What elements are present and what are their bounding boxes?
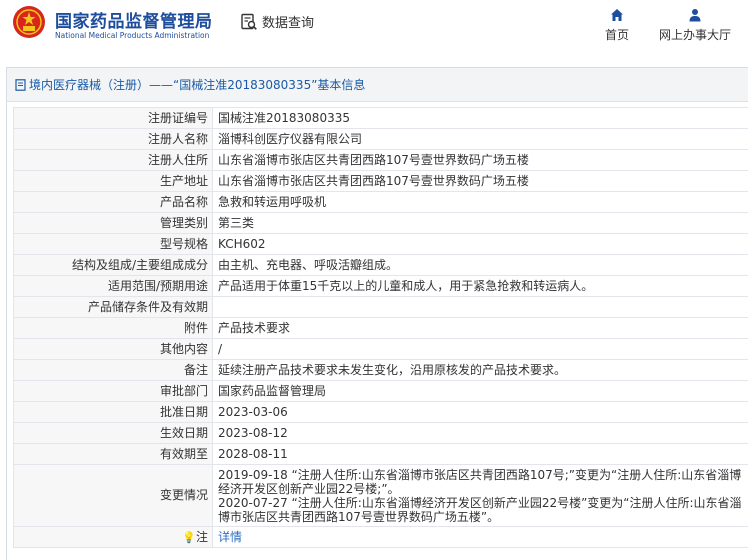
field-value: / bbox=[212, 338, 748, 360]
field-value: 产品适用于体重15千克以上的儿童和成人，用于紧急抢救和转运病人。 bbox=[212, 275, 748, 297]
field-label: 生产地址 bbox=[13, 170, 213, 192]
table-row: 审批部门 国家药品监督管理局 bbox=[13, 380, 748, 402]
breadcrumb-text: 境内医疗器械（注册）——“国械注准20183080335”基本信息 bbox=[29, 78, 366, 92]
lightbulb-icon: 💡 bbox=[182, 530, 196, 544]
field-value: 2023-08-12 bbox=[212, 422, 748, 444]
table-row: 生产地址 山东省淄博市张店区共青团西路107号壹世界数码广场五楼 bbox=[13, 170, 748, 192]
field-value: 山东省淄博市张店区共青团西路107号壹世界数码广场五楼 bbox=[212, 170, 748, 192]
table-row: 附件 产品技术要求 bbox=[13, 317, 748, 339]
table-row: 产品储存条件及有效期 bbox=[13, 296, 748, 318]
field-value: 淄博科创医疗仪器有限公司 bbox=[212, 128, 748, 150]
nav-online-service-label: 网上办事大厅 bbox=[658, 28, 731, 42]
table-row: 有效期至 2028-08-11 bbox=[13, 443, 748, 465]
note-value-cell: 详情 bbox=[212, 526, 748, 548]
table-row: 结构及组成/主要组成成分 由主机、充电器、呼吸活瓣组成。 bbox=[13, 254, 748, 276]
field-label: 注册证编号 bbox=[13, 107, 213, 129]
field-label: 注册人名称 bbox=[13, 128, 213, 150]
table-row: 注册人住所 山东省淄博市张店区共青团西路107号壹世界数码广场五楼 bbox=[13, 149, 748, 171]
registration-info-table: 注册证编号 国械注准20183080335 注册人名称 淄博科创医疗仪器有限公司 注册人… bbox=[13, 107, 748, 548]
nav-home[interactable]: 首页 bbox=[602, 8, 632, 43]
field-label: 备注 bbox=[13, 359, 213, 381]
site-header: 国家药品监督管理局 National Medical Products Admi… bbox=[0, 0, 748, 56]
field-label: 批准日期 bbox=[13, 401, 213, 423]
field-label: 结构及组成/主要组成成分 bbox=[13, 254, 213, 276]
field-value: 急救和转运用呼吸机 bbox=[212, 191, 748, 213]
table-row: 注册证编号 国械注准20183080335 bbox=[13, 107, 748, 129]
table-row: 管理类别 第三类 bbox=[13, 212, 748, 234]
document-search-icon bbox=[241, 13, 257, 30]
table-row: 注册人名称 淄博科创医疗仪器有限公司 bbox=[13, 128, 748, 150]
field-label: 产品储存条件及有效期 bbox=[13, 296, 213, 318]
field-label: 有效期至 bbox=[13, 443, 213, 465]
field-value: 产品技术要求 bbox=[212, 317, 748, 339]
field-value bbox=[212, 296, 748, 318]
document-icon bbox=[15, 78, 26, 91]
field-label: 变更情况 bbox=[13, 464, 213, 527]
table-row: 产品名称 急救和转运用呼吸机 bbox=[13, 191, 748, 213]
table-row: 备注 延续注册产品技术要求未发生变化，沿用原核发的产品技术要求。 bbox=[13, 359, 748, 381]
national-emblem-icon bbox=[13, 6, 45, 38]
data-query-link[interactable]: 数据查询 bbox=[240, 12, 314, 31]
field-label: 审批部门 bbox=[13, 380, 213, 402]
field-value: 2023-03-06 bbox=[212, 401, 748, 423]
note-label-cell: 💡注 bbox=[13, 526, 213, 548]
table-row: 生效日期 2023-08-12 bbox=[13, 422, 748, 444]
home-icon bbox=[611, 9, 623, 21]
field-value: 国家药品监督管理局 bbox=[212, 380, 748, 402]
field-label: 生效日期 bbox=[13, 422, 213, 444]
nav-online-service[interactable]: 网上办事大厅 bbox=[655, 8, 735, 43]
change-history-row: 变更情况 2019-09-18 “注册人住所:山东省淄博市张店区共青团西路107号… bbox=[13, 464, 748, 527]
field-label: 附件 bbox=[13, 317, 213, 339]
user-icon bbox=[689, 9, 701, 22]
field-label: 产品名称 bbox=[13, 191, 213, 213]
field-value: 延续注册产品技术要求未发生变化，沿用原核发的产品技术要求。 bbox=[212, 359, 748, 381]
field-label: 型号规格 bbox=[13, 233, 213, 255]
detail-panel: 境内医疗器械（注册）——“国械注准20183080335”基本信息 注册证编号国… bbox=[6, 67, 748, 560]
details-link[interactable]: 详情 bbox=[218, 530, 242, 544]
site-name-en: National Medical Products Administration bbox=[55, 31, 210, 40]
field-label: 注册人住所 bbox=[13, 149, 213, 171]
nav-home-label: 首页 bbox=[604, 28, 629, 42]
field-label: 管理类别 bbox=[13, 212, 213, 234]
change-history-value: 2019-09-18 “注册人住所:山东省淄博市张店区共青团西路107号;”变更… bbox=[212, 464, 748, 527]
field-value: 第三类 bbox=[212, 212, 748, 234]
field-value: 国械注准20183080335 bbox=[212, 107, 748, 129]
note-label: 注 bbox=[195, 529, 208, 544]
data-query-label: 数据查询 bbox=[262, 16, 315, 31]
table-row: 适用范围/预期用途 产品适用于体重15千克以上的儿童和成人，用于紧急抢救和转运病人… bbox=[13, 275, 748, 297]
table-row: 其他内容 / bbox=[13, 338, 748, 360]
site-name-cn: 国家药品监督管理局 bbox=[55, 12, 213, 32]
field-value: 2028-08-11 bbox=[212, 443, 748, 465]
change-entry: 2019-09-18 “注册人住所:山东省淄博市张店区共青团西路107号;”变更… bbox=[218, 467, 742, 496]
field-label: 其他内容 bbox=[13, 338, 213, 360]
field-value: KCH602 bbox=[212, 233, 748, 255]
table-row: 批准日期 2023-03-06 bbox=[13, 401, 748, 423]
change-entry: 2020-07-27 “注册人住所:山东省淄博经济开发区创新产业园22号楼”变更… bbox=[218, 495, 742, 524]
field-value: 山东省淄博市张店区共青团西路107号壹世界数码广场五楼 bbox=[212, 149, 748, 171]
breadcrumb: 境内医疗器械（注册）——“国械注准20183080335”基本信息 bbox=[7, 68, 748, 102]
field-value: 由主机、充电器、呼吸活瓣组成。 bbox=[212, 254, 748, 276]
table-row: 型号规格 KCH602 bbox=[13, 233, 748, 255]
note-row: 💡注 详情 bbox=[13, 526, 748, 548]
field-label: 适用范围/预期用途 bbox=[13, 275, 213, 297]
